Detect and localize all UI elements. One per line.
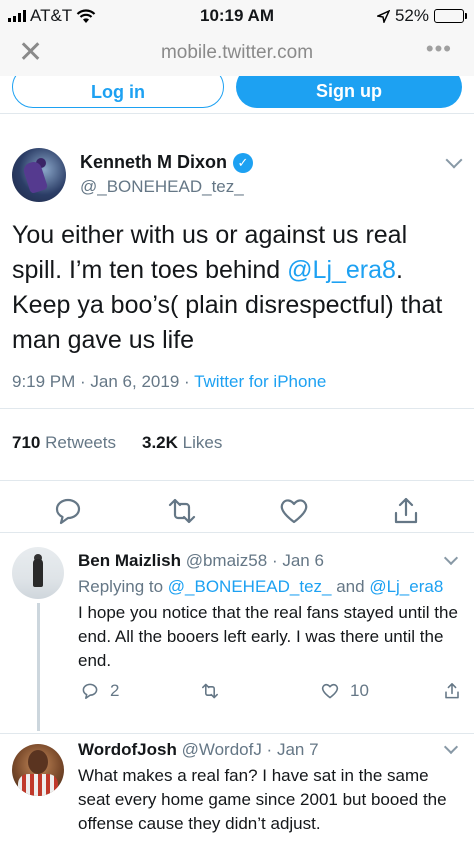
author-name[interactable]: Kenneth M Dixon ✓ bbox=[80, 152, 253, 173]
retweets-stat[interactable]: 710 Retweets bbox=[12, 433, 116, 453]
likes-count: 3.2K bbox=[141, 433, 178, 452]
reply-author-name[interactable]: Ben Maizlish bbox=[78, 551, 181, 570]
tweet-actions bbox=[0, 480, 474, 540]
retweet-icon[interactable] bbox=[162, 491, 202, 531]
url-text[interactable]: mobile.twitter.com bbox=[0, 42, 474, 64]
reply-icon[interactable] bbox=[48, 491, 88, 531]
tweet-text: You either with us or against us real sp… bbox=[12, 218, 464, 358]
reply-actions: 2 10 bbox=[78, 679, 462, 709]
chevron-down-icon[interactable] bbox=[443, 739, 459, 755]
battery-icon bbox=[434, 9, 467, 23]
verified-icon: ✓ bbox=[233, 152, 253, 173]
replying-to: Replying to @_BONEHEAD_tez_ and @Lj_era8 bbox=[78, 577, 443, 597]
avatar[interactable] bbox=[12, 148, 66, 202]
replying-prefix: Replying to bbox=[78, 577, 168, 596]
mention-link[interactable]: @Lj_era8 bbox=[369, 577, 443, 596]
tweet-timestamp[interactable]: 9:19 PM · Jan 6, 2019 · bbox=[12, 372, 194, 391]
reply-handle-date: @bmaiz58 · Jan 6 bbox=[185, 551, 324, 570]
reply-button[interactable]: 2 bbox=[78, 679, 119, 703]
reply-author-name[interactable]: WordofJosh bbox=[78, 740, 177, 759]
status-right: 52% bbox=[376, 6, 467, 26]
thread-line bbox=[37, 603, 40, 731]
reply-header: Ben Maizlish @bmaiz58 · Jan 6 bbox=[78, 551, 324, 571]
chevron-down-icon[interactable] bbox=[443, 550, 459, 566]
mention-link[interactable]: @Lj_era8 bbox=[287, 256, 396, 284]
reply-icon bbox=[82, 683, 98, 699]
like-count: 10 bbox=[350, 681, 369, 700]
like-button[interactable]: 10 bbox=[318, 679, 369, 703]
tweet-meta: 9:19 PM · Jan 6, 2019 · Twitter for iPho… bbox=[12, 372, 326, 392]
reply-item[interactable]: Ben Maizlish @bmaiz58 · Jan 6 Replying t… bbox=[0, 533, 474, 733]
login-button[interactable]: Log in bbox=[12, 76, 224, 108]
mention-link[interactable]: @_BONEHEAD_tez_ bbox=[168, 577, 332, 596]
likes-stat[interactable]: 3.2K Likes bbox=[142, 433, 222, 453]
author-name-label: Kenneth M Dixon bbox=[80, 152, 227, 172]
battery-percent: 52% bbox=[394, 6, 429, 25]
reply-header: WordofJosh @WordofJ · Jan 7 bbox=[78, 740, 319, 760]
reply-item[interactable]: WordofJosh @WordofJ · Jan 7 What makes a… bbox=[0, 734, 474, 843]
reply-text: What makes a real fan? I have sat in the… bbox=[78, 766, 447, 833]
author-handle[interactable]: @_BONEHEAD_tez_ bbox=[80, 177, 244, 197]
share-button[interactable] bbox=[440, 679, 464, 703]
heart-icon bbox=[321, 683, 339, 699]
divider bbox=[0, 408, 474, 409]
replying-and: and bbox=[331, 577, 370, 596]
retweet-button[interactable] bbox=[198, 679, 222, 703]
share-icon[interactable] bbox=[386, 491, 426, 531]
tweet-source[interactable]: Twitter for iPhone bbox=[194, 372, 326, 391]
retweets-label: Retweets bbox=[45, 433, 116, 452]
auth-bar: Log in Sign up bbox=[0, 76, 474, 114]
signup-button[interactable]: Sign up bbox=[236, 76, 462, 108]
avatar[interactable] bbox=[12, 547, 64, 599]
reply-count: 2 bbox=[110, 681, 120, 700]
reply-handle-date: @WordofJ · Jan 7 bbox=[181, 740, 319, 759]
likes-label: Likes bbox=[182, 433, 223, 452]
retweets-count: 710 bbox=[12, 433, 41, 452]
avatar[interactable] bbox=[12, 744, 64, 796]
location-icon bbox=[376, 9, 390, 23]
chevron-down-icon[interactable] bbox=[445, 151, 463, 169]
share-icon bbox=[445, 683, 459, 699]
retweet-icon bbox=[202, 683, 218, 699]
browser-address-bar: ✕ mobile.twitter.com ••• bbox=[0, 30, 474, 76]
tweet-stats: 710 Retweets 3.2K Likes bbox=[12, 433, 222, 453]
heart-icon[interactable] bbox=[274, 491, 314, 531]
status-bar: AT&T 10:19 AM 52% bbox=[0, 0, 474, 30]
more-icon[interactable]: ••• bbox=[426, 36, 452, 62]
reply-text: I hope you notice that the real fans sta… bbox=[78, 603, 458, 670]
